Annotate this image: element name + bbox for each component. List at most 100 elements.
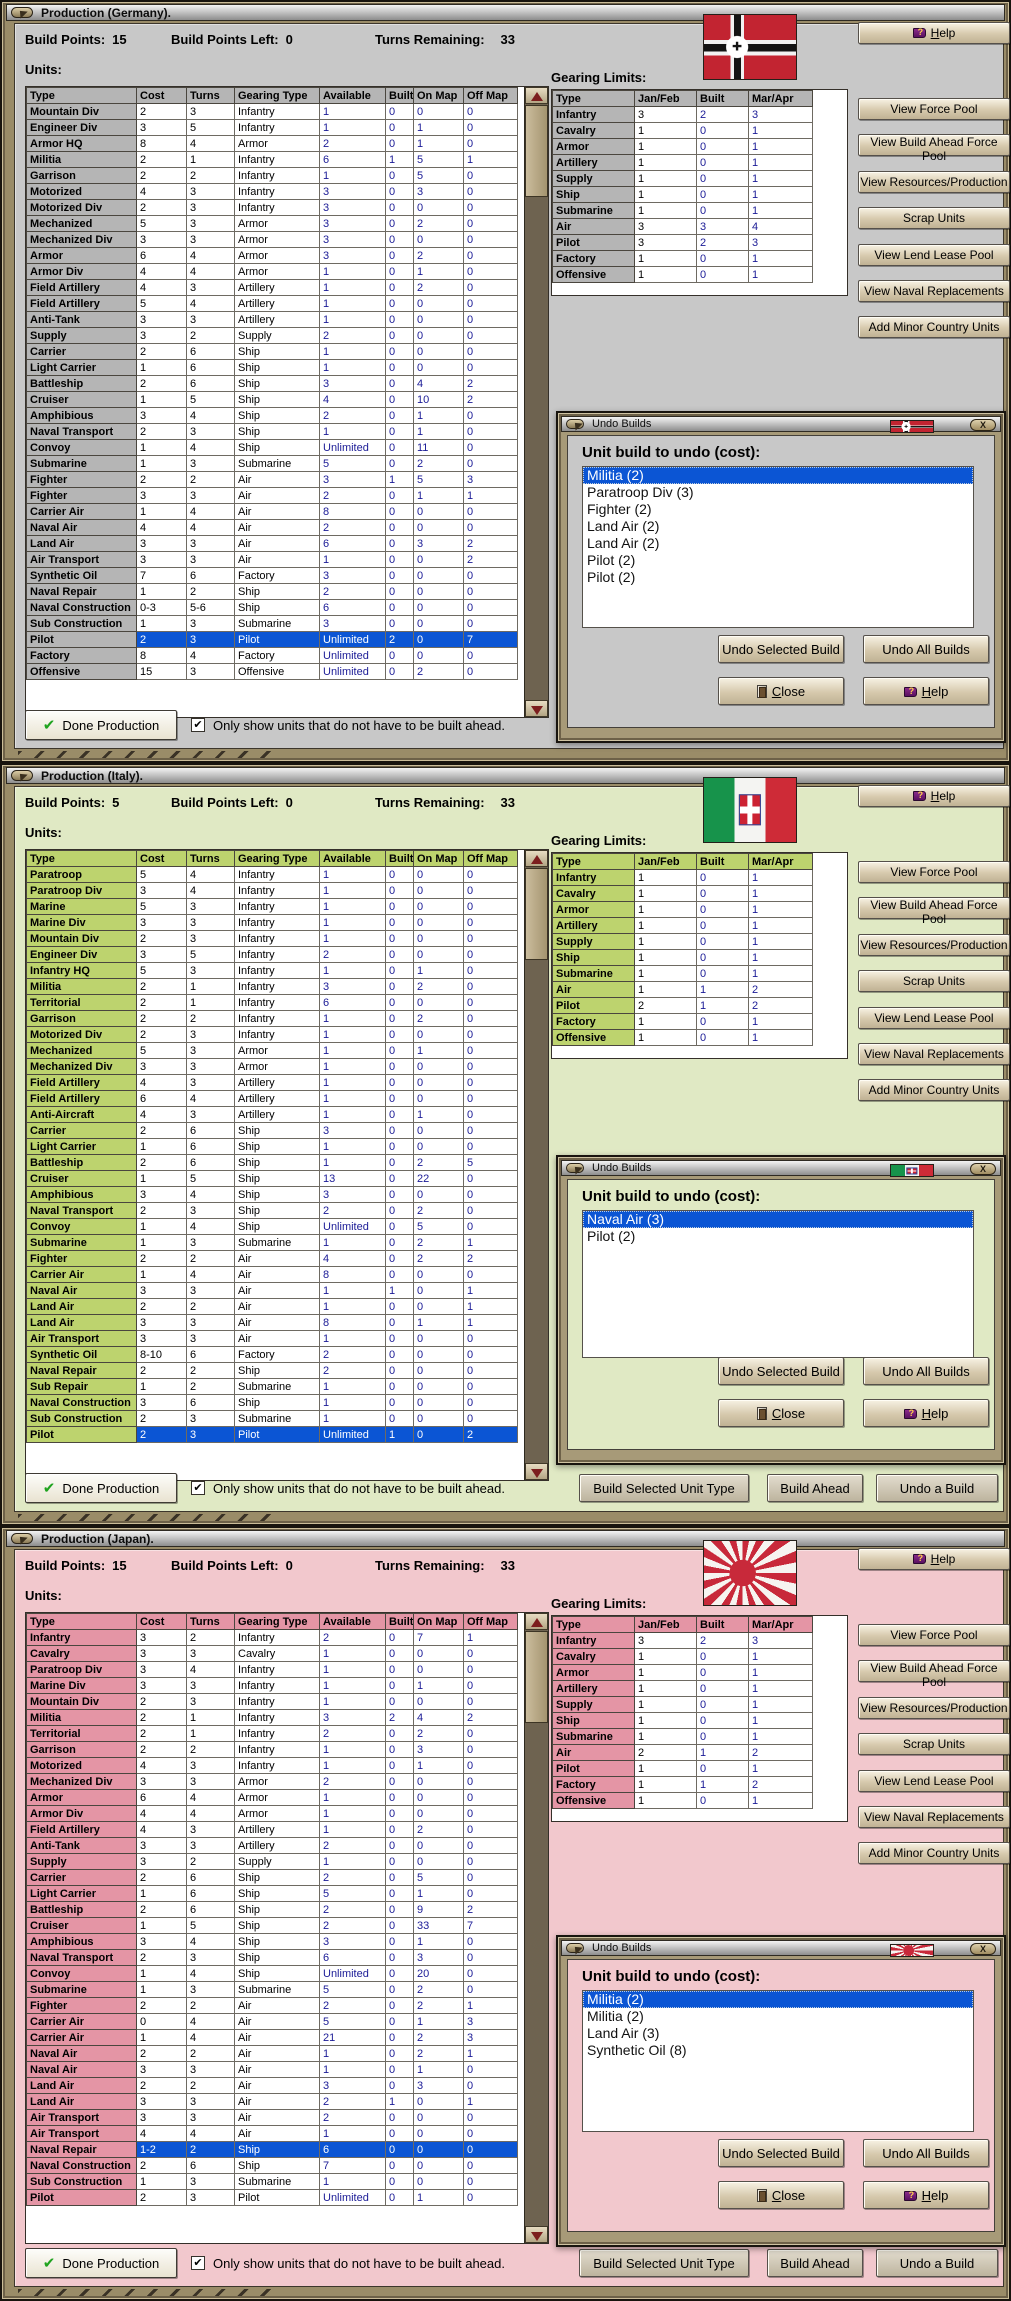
units-row[interactable]: Sub Construction 1 3 Submarine 3 0 0 0 <box>26 615 518 632</box>
units-row[interactable]: Sub Construction 1 3 Submarine 1 0 0 0 <box>26 2173 518 2190</box>
rollup-button[interactable] <box>566 1163 584 1175</box>
units-row[interactable]: Armor Div 4 4 Armor 1 0 1 0 <box>26 263 518 280</box>
units-row[interactable]: Offensive 15 3 Offensive Unlimited 0 2 0 <box>26 663 518 680</box>
close-button[interactable]: Close <box>718 677 844 705</box>
units-row[interactable]: Marine Div 3 3 Infantry 1 0 1 0 <box>26 1677 518 1694</box>
rollup-button[interactable] <box>566 1943 584 1955</box>
units-row[interactable]: Naval Construction 3 6 Ship 1 0 0 0 <box>26 1394 518 1411</box>
undo-selected-build-button[interactable]: Undo Selected Build <box>718 2139 844 2167</box>
scroll-up-button[interactable] <box>525 1613 548 1630</box>
undo-list-item[interactable]: Naval Air (3) <box>583 1211 973 1228</box>
build-ahead-button[interactable]: Build Ahead <box>767 2249 863 2277</box>
undo-build-list[interactable]: Militia (2) Paratroop Div (3) Fighter (2) L… <box>582 466 974 628</box>
help-button[interactable]: Help <box>858 1548 1010 1570</box>
units-row[interactable]: Field Artillery 6 4 Artillery 1 0 0 0 <box>26 1090 518 1107</box>
view-build-ahead-force-pool-button[interactable]: View Build Ahead Force Pool <box>858 897 1010 926</box>
gearing-row[interactable]: Factory 1 0 1 <box>552 1013 813 1030</box>
units-row[interactable]: Fighter 3 3 Air 2 0 1 1 <box>26 487 518 504</box>
gearing-row[interactable]: Supply 1 0 1 <box>552 170 813 187</box>
gearing-row[interactable]: Ship 1 0 1 <box>552 949 813 966</box>
scrap-units-button[interactable]: Scrap Units <box>858 970 1010 992</box>
view-lend-lease-pool-button[interactable]: View Lend Lease Pool <box>858 1770 1010 1792</box>
units-row[interactable]: Garrison 2 2 Infantry 1 0 5 0 <box>26 167 518 184</box>
units-row[interactable]: Convoy 1 4 Ship Unlimited 0 5 0 <box>26 1218 518 1235</box>
units-row[interactable]: Carrier Air 0 4 Air 5 0 1 3 <box>26 2013 518 2030</box>
gearing-row[interactable]: Pilot 3 2 3 <box>552 234 813 251</box>
view-force-pool-button[interactable]: View Force Pool <box>858 1624 1010 1646</box>
scrollbar-thumb[interactable] <box>525 868 548 960</box>
rollup-button[interactable] <box>11 770 33 782</box>
undo-a-build-button[interactable]: Undo a Build <box>876 1474 998 1502</box>
scroll-down-button[interactable] <box>525 2226 548 2243</box>
units-row[interactable]: Convoy 1 4 Ship Unlimited 0 11 0 <box>26 439 518 456</box>
gearing-row[interactable]: Armor 1 0 1 <box>552 138 813 155</box>
units-row[interactable]: Light Carrier 1 6 Ship 1 0 0 0 <box>26 359 518 376</box>
units-row[interactable]: Carrier Air 1 4 Air 21 0 2 3 <box>26 2029 518 2046</box>
gearing-row[interactable]: Submarine 1 0 1 <box>552 965 813 982</box>
help-button[interactable]: Help <box>858 785 1010 807</box>
undo-all-builds-button[interactable]: Undo All Builds <box>863 635 989 663</box>
units-row[interactable]: Pilot 2 3 Pilot Unlimited 1 0 2 <box>26 1426 518 1443</box>
units-row[interactable]: Air Transport 3 3 Air 1 0 0 0 <box>26 1330 518 1347</box>
gearing-row[interactable]: Air 1 1 2 <box>552 981 813 998</box>
units-row[interactable]: Submarine 1 3 Submarine 5 0 2 0 <box>26 1981 518 1998</box>
rollup-button[interactable] <box>11 1533 33 1545</box>
scrap-units-button[interactable]: Scrap Units <box>858 1733 1010 1755</box>
scroll-up-button[interactable] <box>525 850 548 867</box>
units-row[interactable]: Convoy 1 4 Ship Unlimited 0 20 0 <box>26 1965 518 1982</box>
gearing-row[interactable]: Air 2 1 2 <box>552 1744 813 1761</box>
gearing-row[interactable]: Air 3 3 4 <box>552 218 813 235</box>
undo-list-item[interactable]: Militia (2) <box>583 1991 973 2008</box>
units-row[interactable]: Armor HQ 8 4 Armor 2 0 1 0 <box>26 135 518 152</box>
gearing-row[interactable]: Armor 1 0 1 <box>552 1664 813 1681</box>
gearing-row[interactable]: Supply 1 0 1 <box>552 933 813 950</box>
units-row[interactable]: Synthetic Oil 8-10 6 Factory 2 0 0 0 <box>26 1346 518 1363</box>
units-row[interactable]: Land Air 3 3 Air 8 0 1 1 <box>26 1314 518 1331</box>
gearing-row[interactable]: Submarine 1 0 1 <box>552 202 813 219</box>
units-row[interactable]: Land Air 3 3 Air 6 0 3 2 <box>26 535 518 552</box>
units-row[interactable]: Motorized 4 3 Infantry 1 0 1 0 <box>26 1757 518 1774</box>
units-row[interactable]: Carrier 2 6 Ship 1 0 0 0 <box>26 343 518 360</box>
units-row[interactable]: Field Artillery 4 3 Artillery 1 0 2 0 <box>26 279 518 296</box>
gearing-row[interactable]: Cavalry 1 0 1 <box>552 885 813 902</box>
scrollbar-thumb[interactable] <box>525 1631 548 1723</box>
undo-all-builds-button[interactable]: Undo All Builds <box>863 2139 989 2167</box>
undo-list-item[interactable]: Militia (2) <box>583 467 973 484</box>
units-row[interactable]: Armor 6 4 Armor 1 0 0 0 <box>26 1789 518 1806</box>
units-row[interactable]: Pilot 2 3 Pilot Unlimited 0 1 0 <box>26 2189 518 2206</box>
units-row[interactable]: Anti-Tank 3 3 Artillery 2 0 0 0 <box>26 1837 518 1854</box>
units-row[interactable]: Paratroop 5 4 Infantry 1 0 0 0 <box>26 866 518 883</box>
units-row[interactable]: Fighter 2 2 Air 2 0 2 1 <box>26 1997 518 2014</box>
close-icon[interactable]: X <box>970 1943 996 1955</box>
view-resources-production-button[interactable]: View Resources/Production <box>858 934 1010 956</box>
help-button[interactable]: Help <box>863 1399 989 1427</box>
help-button[interactable]: Help <box>863 2181 989 2209</box>
undo-build-list[interactable]: Naval Air (3) Pilot (2) <box>582 1210 974 1358</box>
units-row[interactable]: Field Artillery 5 4 Artillery 1 0 0 0 <box>26 295 518 312</box>
units-row[interactable]: Militia 2 1 Infantry 3 0 2 0 <box>26 978 518 995</box>
units-row[interactable]: Naval Transport 2 3 Ship 2 0 2 0 <box>26 1202 518 1219</box>
units-row[interactable]: Garrison 2 2 Infantry 1 0 2 0 <box>26 1010 518 1027</box>
units-scrollbar[interactable] <box>524 87 548 717</box>
help-button[interactable]: Help <box>858 22 1010 44</box>
undo-a-build-button[interactable]: Undo a Build <box>876 2249 998 2277</box>
units-row[interactable]: Naval Repair 2 2 Ship 2 0 0 0 <box>26 1362 518 1379</box>
close-icon[interactable]: X <box>970 419 996 431</box>
units-row[interactable]: Cruiser 1 5 Ship 4 0 10 2 <box>26 391 518 408</box>
units-row[interactable]: Sub Construction 2 3 Submarine 1 0 0 0 <box>26 1410 518 1427</box>
units-row[interactable]: Naval Transport 2 3 Ship 1 0 1 0 <box>26 423 518 440</box>
units-row[interactable]: Naval Air 3 3 Air 1 0 1 0 <box>26 2061 518 2078</box>
gearing-row[interactable]: Ship 1 0 1 <box>552 1712 813 1729</box>
units-row[interactable]: Land Air 2 2 Air 3 0 3 0 <box>26 2077 518 2094</box>
add-minor-country-units-button[interactable]: Add Minor Country Units <box>858 1079 1010 1101</box>
gearing-row[interactable]: Offensive 1 0 1 <box>552 266 813 283</box>
units-row[interactable]: Carrier Air 1 4 Air 8 0 0 0 <box>26 503 518 520</box>
build-ahead-button[interactable]: Build Ahead <box>767 1474 863 1502</box>
units-row[interactable]: Light Carrier 1 6 Ship 5 0 1 0 <box>26 1885 518 1902</box>
units-row[interactable]: Carrier Air 1 4 Air 8 0 0 0 <box>26 1266 518 1283</box>
units-row[interactable]: Militia 2 1 Infantry 3 2 4 2 <box>26 1709 518 1726</box>
undo-list-item[interactable]: Land Air (3) <box>583 2025 973 2042</box>
undo-list-item[interactable]: Land Air (2) <box>583 518 973 535</box>
units-row[interactable]: Battleship 2 6 Ship 2 0 9 2 <box>26 1901 518 1918</box>
units-row[interactable]: Naval Repair 1-2 2 Ship 6 0 0 0 <box>26 2141 518 2158</box>
